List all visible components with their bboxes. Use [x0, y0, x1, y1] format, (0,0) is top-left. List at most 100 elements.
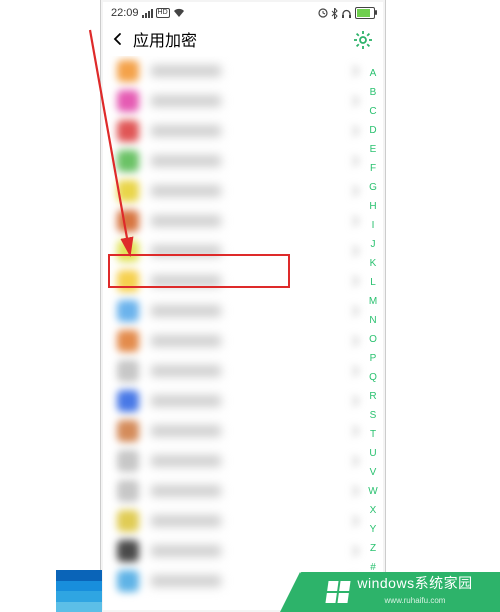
watermark-main: windows系统家园	[357, 574, 472, 592]
chevron-right-icon	[351, 305, 359, 317]
battery-icon	[355, 7, 375, 19]
app-label-blur	[151, 335, 221, 347]
alarm-icon	[318, 8, 328, 18]
index-letter[interactable]: Y	[370, 520, 377, 539]
index-letter[interactable]: V	[370, 463, 377, 482]
list-item[interactable]	[101, 146, 385, 176]
index-letter[interactable]: X	[370, 501, 377, 520]
index-letter[interactable]: E	[370, 140, 377, 159]
list-item[interactable]	[101, 206, 385, 236]
index-letter[interactable]: B	[370, 83, 377, 102]
watermark: windows系统家园 www.ruhaifu.com	[300, 572, 500, 612]
app-label-blur	[151, 575, 221, 587]
app-label-blur	[151, 125, 221, 137]
list-item[interactable]	[101, 356, 385, 386]
chevron-right-icon	[351, 545, 359, 557]
index-letter[interactable]: R	[369, 387, 376, 406]
app-icon	[117, 510, 139, 532]
index-letter[interactable]: G	[369, 178, 377, 197]
headphones-icon	[341, 8, 352, 18]
list-item[interactable]	[101, 266, 385, 296]
app-list[interactable]	[101, 56, 385, 612]
app-header: 应用加密	[101, 22, 385, 56]
app-icon	[117, 570, 139, 592]
app-label-blur	[151, 245, 221, 257]
list-item[interactable]	[101, 326, 385, 356]
chevron-right-icon	[351, 125, 359, 137]
index-letter[interactable]: S	[370, 406, 377, 425]
index-letter[interactable]: O	[369, 330, 377, 349]
app-icon	[117, 60, 139, 82]
index-letter[interactable]: U	[369, 444, 376, 463]
index-letter[interactable]: N	[369, 311, 376, 330]
list-item[interactable]	[101, 416, 385, 446]
app-label-blur	[151, 185, 221, 197]
hd-badge: HD	[156, 8, 170, 18]
list-item[interactable]	[101, 476, 385, 506]
index-letter[interactable]: C	[369, 102, 376, 121]
list-item[interactable]	[101, 116, 385, 146]
alpha-index[interactable]: ABCDEFGHIJKLMNOPQRSTUVWXYZ#	[367, 64, 379, 577]
bluetooth-icon	[331, 8, 338, 19]
app-label-blur	[151, 545, 221, 557]
app-icon	[117, 270, 139, 292]
gear-icon[interactable]	[353, 30, 373, 50]
chevron-right-icon	[351, 275, 359, 287]
index-letter[interactable]: Q	[369, 368, 377, 387]
app-icon	[117, 540, 139, 562]
app-label-blur	[151, 515, 221, 527]
list-item[interactable]	[101, 386, 385, 416]
app-icon	[117, 180, 139, 202]
app-label-blur	[151, 275, 221, 287]
index-letter[interactable]: A	[370, 64, 377, 83]
app-icon	[117, 300, 139, 322]
app-label-blur	[151, 365, 221, 377]
list-item[interactable]	[101, 296, 385, 326]
chevron-right-icon	[351, 425, 359, 437]
windows-logo-icon	[326, 581, 351, 603]
chevron-right-icon	[351, 515, 359, 527]
index-letter[interactable]: I	[372, 216, 375, 235]
list-item[interactable]	[101, 176, 385, 206]
app-label-blur	[151, 485, 221, 497]
list-item[interactable]	[101, 236, 385, 266]
chevron-right-icon	[351, 395, 359, 407]
app-icon	[117, 120, 139, 142]
app-label-blur	[151, 65, 221, 77]
app-icon	[117, 90, 139, 112]
index-letter[interactable]: H	[369, 197, 376, 216]
signal-icon	[142, 9, 153, 18]
index-letter[interactable]: J	[371, 235, 376, 254]
phone-frame: 22:09 HD 应用加密	[100, 0, 386, 612]
status-bar: 22:09 HD	[101, 4, 385, 22]
list-item[interactable]	[101, 446, 385, 476]
wifi-icon	[173, 8, 185, 18]
app-icon	[117, 390, 139, 412]
index-letter[interactable]: D	[369, 121, 376, 140]
app-icon	[117, 150, 139, 172]
chevron-right-icon	[351, 455, 359, 467]
app-label-blur	[151, 95, 221, 107]
index-letter[interactable]: F	[370, 159, 376, 178]
chevron-right-icon	[351, 65, 359, 77]
back-icon[interactable]	[111, 32, 125, 46]
list-item[interactable]	[101, 536, 385, 566]
app-label-blur	[151, 425, 221, 437]
index-letter[interactable]: Z	[370, 539, 376, 558]
app-icon	[117, 360, 139, 382]
app-label-blur	[151, 395, 221, 407]
app-icon	[117, 480, 139, 502]
list-item[interactable]	[101, 86, 385, 116]
index-letter[interactable]: T	[370, 425, 376, 444]
app-label-blur	[151, 305, 221, 317]
index-letter[interactable]: M	[369, 292, 377, 311]
status-time: 22:09	[111, 7, 139, 19]
index-letter[interactable]: L	[370, 273, 376, 292]
page-title: 应用加密	[133, 27, 197, 51]
list-item[interactable]	[101, 56, 385, 86]
index-letter[interactable]: P	[370, 349, 377, 368]
index-letter[interactable]: K	[370, 254, 377, 273]
list-item[interactable]	[101, 506, 385, 536]
index-letter[interactable]: W	[368, 482, 377, 501]
watermark-sub: www.ruhaifu.com	[385, 592, 446, 610]
